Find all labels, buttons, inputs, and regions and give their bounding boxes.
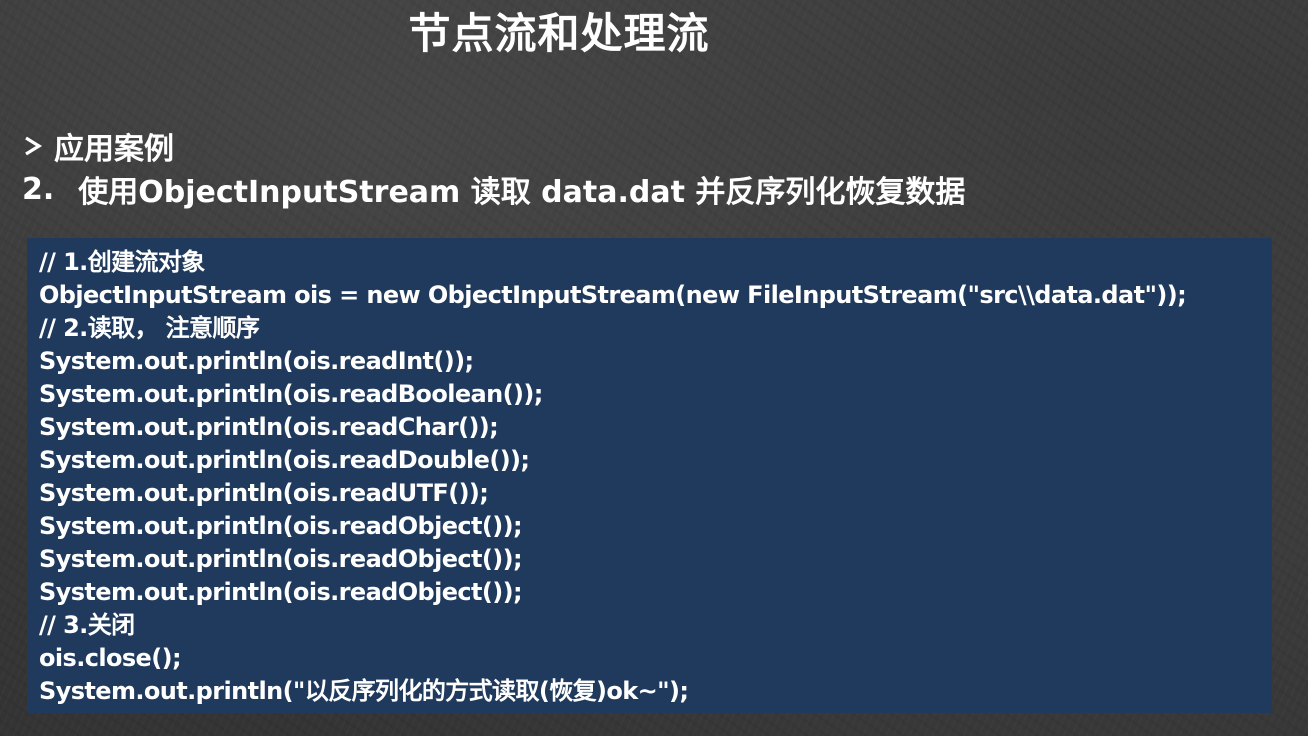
code-line: System.out.println(ois.readObject()); (39, 578, 523, 606)
item-number: 2. (22, 171, 55, 207)
section-label: 应用案例 (54, 132, 174, 167)
code-block: // 1.创建流对象 ObjectInputStream ois = new O… (27, 238, 1272, 713)
code-line: System.out.println(ois.readDouble()); (39, 446, 530, 474)
code-line: System.out.println(ois.readObject()); (39, 545, 523, 573)
code-line: ois.close(); (39, 644, 182, 672)
code-line: // 2.读取， 注意顺序 (39, 314, 260, 342)
code-line: System.out.println(ois.readChar()); (39, 413, 499, 441)
section-heading: 应用案例 (22, 124, 174, 168)
code-line: ObjectInputStream ois = new ObjectInputS… (39, 281, 1187, 309)
code-line: System.out.println(ois.readObject()); (39, 512, 523, 540)
code-line: // 3.关闭 (39, 611, 135, 639)
code-line: System.out.println("以反序列化的方式读取(恢复)ok~"); (39, 677, 689, 705)
code-line: // 1.创建流对象 (39, 248, 205, 276)
code-line: System.out.println(ois.readBoolean()); (39, 380, 543, 408)
item-text: 使用ObjectInputStream 读取 data.dat 并反序列化恢复数… (78, 175, 966, 210)
code-line: System.out.println(ois.readUTF()); (39, 479, 489, 507)
slide-title: 节点流和处理流 (408, 9, 710, 58)
example-item: 2. 使用ObjectInputStream 读取 data.dat 并反序列化… (22, 166, 965, 212)
arrow-bullet-icon (22, 135, 44, 157)
code-line: System.out.println(ois.readInt()); (39, 347, 474, 375)
